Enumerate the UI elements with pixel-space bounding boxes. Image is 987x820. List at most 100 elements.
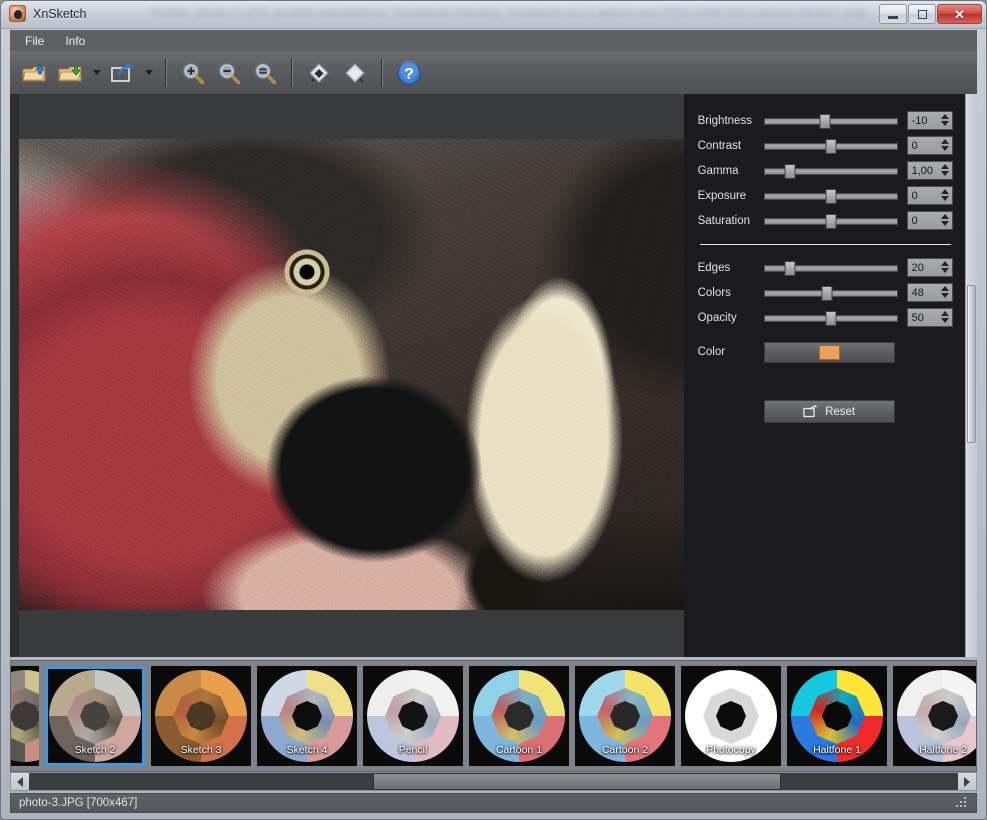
open-file-button[interactable] — [18, 55, 52, 91]
help-button[interactable]: ? — [392, 55, 426, 91]
brightness-spinner[interactable]: -10 — [907, 111, 953, 130]
spinner-arrows[interactable] — [941, 189, 949, 201]
export-dropdown-button[interactable] — [142, 55, 156, 91]
adjustments-panel: Brightness -10 Contrast 0 — [684, 94, 965, 657]
preset-filmstrip[interactable]: Sketch 2Sketch 3Sketch 4PencilCartoon 1C… — [10, 660, 977, 772]
menu-item-file[interactable]: File — [16, 32, 53, 50]
scrollbar-track[interactable] — [29, 773, 958, 790]
title-left-group: XnSketch — [9, 5, 87, 22]
svg-text:?: ? — [404, 66, 414, 83]
preset-color-wheel-icon — [473, 670, 565, 762]
color-swatch — [819, 345, 840, 360]
maximize-button[interactable] — [908, 4, 936, 24]
slider-thumb[interactable] — [821, 286, 832, 301]
exposure-slider[interactable] — [764, 186, 898, 206]
slider-thumb[interactable] — [785, 261, 796, 276]
minimize-button[interactable] — [879, 4, 907, 24]
chevron-down-icon — [941, 196, 949, 201]
gamma-slider[interactable] — [764, 161, 898, 181]
zoom-in-button[interactable] — [176, 55, 210, 91]
spinner-arrows[interactable] — [941, 311, 949, 323]
preset-thumbnail-cartoon-2[interactable]: Cartoon 2 — [575, 666, 675, 766]
chevron-down-icon — [145, 70, 153, 75]
slider-thumb[interactable] — [820, 114, 831, 129]
scrollbar-thumb[interactable] — [373, 773, 782, 790]
edges-value: 20 — [908, 262, 924, 274]
colors-spinner[interactable]: 48 — [907, 283, 953, 302]
spinner-arrows[interactable] — [941, 114, 949, 126]
resize-grip-icon[interactable] — [956, 797, 968, 809]
preset-thumbnail-sketch-1[interactable] — [11, 666, 39, 766]
edges-spinner[interactable]: 20 — [907, 258, 953, 277]
chevron-up-icon — [941, 189, 949, 194]
image-canvas[interactable] — [10, 94, 684, 657]
slider-label-saturation: Saturation — [698, 215, 764, 227]
export-button[interactable] — [106, 55, 140, 91]
spinner-arrows[interactable] — [941, 164, 949, 176]
close-button[interactable]: ✕ — [937, 4, 982, 24]
slider-row-brightness: Brightness -10 — [698, 108, 953, 133]
preset-thumbnail-pencil[interactable]: Pencil — [363, 666, 463, 766]
zoom-fit-button[interactable] — [248, 55, 282, 91]
chevron-up-icon — [941, 311, 949, 316]
spinner-arrows[interactable] — [941, 139, 949, 151]
contrast-spinner[interactable]: 0 — [907, 136, 953, 155]
color-picker-button[interactable] — [764, 342, 895, 363]
preset-color-wheel-icon — [897, 670, 977, 762]
reset-button[interactable]: Reset — [764, 400, 895, 423]
preset-thumbnail-sketch-4[interactable]: Sketch 4 — [257, 666, 357, 766]
menu-item-info[interactable]: Info — [56, 32, 94, 50]
contrast-value: 0 — [908, 140, 918, 152]
saturation-slider[interactable] — [764, 211, 898, 231]
opacity-slider[interactable] — [764, 308, 898, 328]
scrollbar-thumb[interactable] — [967, 285, 976, 443]
brightness-slider[interactable] — [764, 111, 898, 131]
scroll-left-button[interactable] — [11, 773, 29, 790]
zoom-fit-icon — [252, 61, 278, 85]
save-file-button[interactable] — [54, 55, 88, 91]
saturation-spinner[interactable]: 0 — [907, 211, 953, 230]
spinner-arrows[interactable] — [941, 214, 949, 226]
main-content: Brightness -10 Contrast 0 — [10, 94, 977, 657]
zoom-out-button[interactable] — [212, 55, 246, 91]
chevron-down-icon — [941, 293, 949, 298]
slider-thumb[interactable] — [825, 311, 836, 326]
slider-label-contrast: Contrast — [698, 140, 764, 152]
preset-thumbnail-cartoon-1[interactable]: Cartoon 1 — [469, 666, 569, 766]
rotate-left-button[interactable] — [302, 55, 336, 91]
preset-thumbnail-haltfone-2[interactable]: Haltfone 2 — [893, 666, 977, 766]
slider-thumb[interactable] — [825, 139, 836, 154]
preset-thumbnail-haltfone-1[interactable]: Haltfone 1 — [787, 666, 887, 766]
contrast-slider[interactable] — [764, 136, 898, 156]
slider-thumb[interactable] — [825, 189, 836, 204]
panel-vertical-scrollbar[interactable] — [965, 94, 977, 657]
chevron-up-icon — [941, 286, 949, 291]
preset-octagon-core — [186, 701, 216, 731]
parrot-sketch-preview — [19, 139, 684, 610]
preset-thumbnail-sketch-3[interactable]: Sketch 3 — [151, 666, 251, 766]
filmstrip-horizontal-scrollbar[interactable] — [10, 772, 977, 791]
preset-thumbnail-photocopy[interactable]: Photocopy — [681, 666, 781, 766]
canvas-left-gutter — [10, 94, 19, 657]
edges-slider[interactable] — [764, 258, 898, 278]
scroll-right-button[interactable] — [958, 773, 976, 790]
slider-thumb[interactable] — [825, 214, 836, 229]
gamma-spinner[interactable]: 1,00 — [907, 161, 953, 180]
exposure-value: 0 — [908, 190, 918, 202]
slider-thumb[interactable] — [785, 164, 796, 179]
slider-label-exposure: Exposure — [698, 190, 764, 202]
colors-slider[interactable] — [764, 283, 898, 303]
rotate-left-icon — [306, 61, 332, 85]
preset-thumbnail-sketch-2[interactable]: Sketch 2 — [45, 666, 145, 766]
exposure-spinner[interactable]: 0 — [907, 186, 953, 205]
toolbar-separator — [165, 59, 167, 87]
opacity-spinner[interactable]: 50 — [907, 308, 953, 327]
gamma-value: 1,00 — [908, 165, 933, 177]
spinner-arrows[interactable] — [941, 286, 949, 298]
slider-label-edges: Edges — [698, 262, 764, 274]
toolbar-separator — [381, 59, 383, 87]
spinner-arrows[interactable] — [941, 261, 949, 273]
window-controls: ✕ — [879, 4, 982, 24]
rotate-right-button[interactable] — [338, 55, 372, 91]
save-file-dropdown-button[interactable] — [90, 55, 104, 91]
